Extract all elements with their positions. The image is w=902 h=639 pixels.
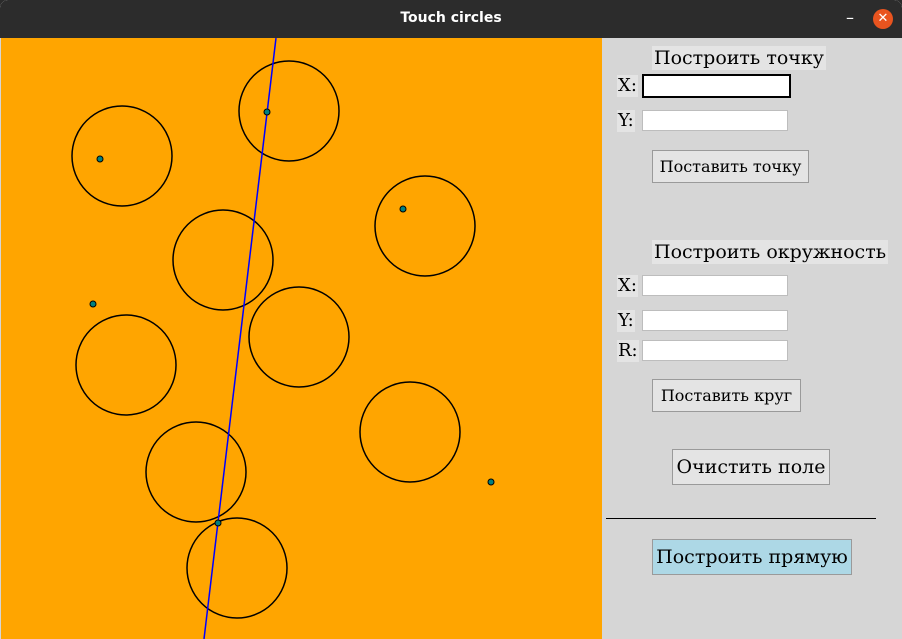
point-section-heading: Построить точку — [652, 46, 826, 70]
control-panel: Построить точку X: Y: Поставить точку По… — [602, 38, 902, 639]
minimize-button[interactable]: – — [840, 8, 860, 28]
circle-section-heading: Построить окружность — [652, 240, 889, 264]
separator-line — [606, 518, 876, 519]
canvas-point-2 — [263, 108, 271, 116]
circle-r-label: R: — [617, 340, 639, 362]
circle-r-input[interactable] — [642, 340, 788, 361]
point-x-input[interactable] — [642, 74, 791, 98]
canvas-circle-2 — [238, 60, 340, 162]
canvas-point-6 — [214, 519, 222, 527]
canvas-circle-1 — [71, 105, 173, 207]
canvas-line — [203, 38, 277, 639]
point-y-label: Y: — [617, 110, 635, 132]
point-y-input[interactable] — [642, 110, 788, 131]
circle-y-input[interactable] — [642, 310, 788, 331]
canvas-point-3 — [399, 205, 407, 213]
canvas-circle-3 — [374, 175, 476, 277]
canvas-circle-8 — [145, 421, 247, 523]
canvas-circle-7 — [359, 381, 461, 483]
circle-x-input[interactable] — [642, 275, 788, 296]
canvas-point-5 — [487, 478, 495, 486]
drawing-canvas[interactable] — [1, 38, 602, 639]
canvas-circle-4 — [172, 209, 274, 311]
add-point-button[interactable]: Поставить точку — [652, 150, 809, 183]
clear-canvas-button[interactable]: Очистить поле — [672, 449, 830, 485]
canvas-circle-9 — [186, 517, 288, 619]
draw-line-button[interactable]: Построить прямую — [652, 539, 852, 575]
canvas-svg[interactable] — [1, 38, 602, 639]
canvas-point-1 — [96, 155, 104, 163]
canvas-circle-6 — [75, 314, 177, 416]
window-title: Touch circles — [400, 10, 502, 26]
circle-x-label: X: — [617, 275, 638, 297]
app-window: Touch circles – ✕ Построить точку X: Y: … — [0, 0, 902, 639]
canvas-circle-5 — [248, 286, 350, 388]
point-x-label: X: — [617, 75, 638, 97]
close-button[interactable]: ✕ — [873, 9, 893, 29]
title-bar: Touch circles – ✕ — [0, 0, 902, 38]
circle-y-label: Y: — [617, 310, 635, 332]
canvas-point-4 — [89, 300, 97, 308]
add-circle-button[interactable]: Поставить круг — [652, 379, 801, 412]
